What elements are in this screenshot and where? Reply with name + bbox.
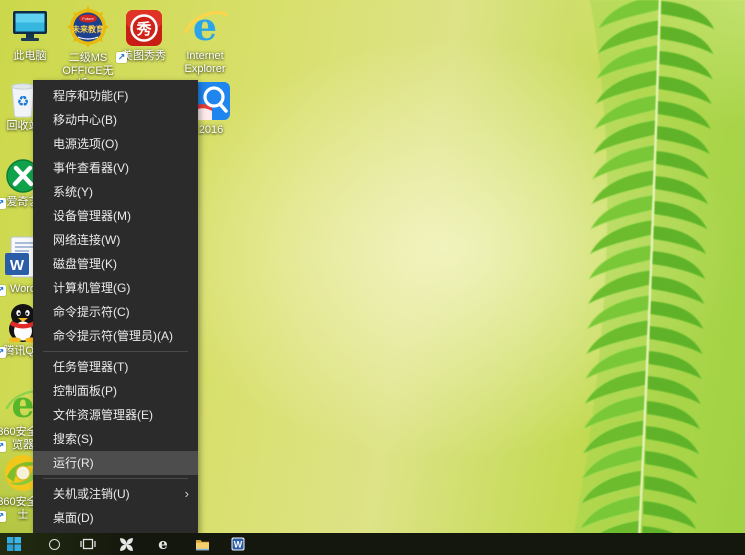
menu-item-computer-management[interactable]: 计算机管理(G) (33, 276, 198, 300)
submenu-chevron-icon: › (185, 482, 189, 506)
menu-item-task-manager[interactable]: 任务管理器(T) (33, 355, 198, 379)
word-taskbar-button[interactable]: W (224, 533, 252, 555)
exam-app-icon: Future 未来教育 (66, 6, 110, 50)
shortcut-arrow-icon: ↗ (116, 52, 127, 63)
task-view-icon (80, 538, 96, 550)
menu-item-programs-features[interactable]: 程序和功能(F) (33, 84, 198, 108)
internet-explorer-taskbar-button[interactable]: e (149, 533, 177, 555)
icon-label: 此电脑 (3, 50, 57, 63)
svg-text:未来教育: 未来教育 (71, 24, 104, 34)
folder-icon (195, 538, 210, 551)
menu-item-file-explorer[interactable]: 文件资源管理器(E) (33, 403, 198, 427)
menu-item-search[interactable]: 搜索(S) (33, 427, 198, 451)
start-button[interactable] (0, 533, 28, 555)
icon-label: 二级MS (61, 52, 115, 65)
menu-separator (43, 351, 188, 352)
ie-e-icon: e (158, 533, 168, 555)
menu-item-power-options[interactable]: 电源选项(O) (33, 132, 198, 156)
menu-item-control-panel[interactable]: 控制面板(P) (33, 379, 198, 403)
svg-text:♻: ♻ (17, 94, 30, 110)
menu-item-network-connections[interactable]: 网络连接(W) (33, 228, 198, 252)
menu-separator (43, 478, 188, 479)
menu-item-command-prompt[interactable]: 命令提示符(C) (33, 300, 198, 324)
desktop-icon-meitu[interactable]: 秀 ↗ 美图秀秀 (116, 8, 172, 63)
svg-text:W: W (10, 257, 25, 274)
shortcut-arrow-icon: ↗ (0, 347, 6, 358)
menu-item-device-manager[interactable]: 设备管理器(M) (33, 204, 198, 228)
this-pc-icon (9, 8, 51, 48)
winx-menu: 程序和功能(F) 移动中心(B) 电源选项(O) 事件查看器(V) 系统(Y) … (33, 80, 198, 533)
menu-item-system[interactable]: 系统(Y) (33, 180, 198, 204)
pinwheel-app-button[interactable] (112, 533, 140, 555)
desktop-icon-exam-app[interactable]: Future 未来教育 ↗ 二级MS OFFICE无纸… (60, 6, 116, 91)
svg-text:秀: 秀 (135, 20, 152, 38)
task-view-button[interactable] (74, 533, 102, 555)
word-taskbar-icon: W (231, 537, 245, 551)
shortcut-arrow-icon: ↗ (0, 441, 6, 452)
internet-explorer-icon: e (182, 6, 228, 48)
file-explorer-button[interactable] (188, 533, 216, 555)
svg-text:Future: Future (82, 16, 94, 21)
taskbar: e W (0, 533, 745, 555)
search-icon (49, 539, 60, 550)
shortcut-arrow-icon: ↗ (0, 285, 6, 296)
menu-item-disk-management[interactable]: 磁盘管理(K) (33, 252, 198, 276)
windows-logo-icon (7, 537, 21, 551)
shortcut-arrow-icon: ↗ (0, 198, 6, 209)
desktop-root: { "desktop": { "icons": [ {"id":"this-pc… (0, 0, 745, 555)
pinwheel-icon (119, 537, 134, 552)
menu-item-run[interactable]: 运行(R) (33, 451, 198, 475)
icon-label: Explorer (178, 63, 232, 76)
search-button[interactable] (40, 533, 68, 555)
svg-text:W: W (234, 540, 243, 550)
menu-item-mobility-center[interactable]: 移动中心(B) (33, 108, 198, 132)
desktop-icon-this-pc[interactable]: 此电脑 (2, 8, 58, 63)
menu-item-shutdown-signout[interactable]: 关机或注销(U) › (33, 482, 198, 506)
icon-label: Internet (178, 50, 232, 63)
desktop-icon-internet-explorer[interactable]: e Internet Explorer (177, 6, 233, 76)
menu-item-desktop[interactable]: 桌面(D) (33, 506, 198, 530)
menu-item-command-prompt-admin[interactable]: 命令提示符(管理员)(A) (33, 324, 198, 348)
menu-item-event-viewer[interactable]: 事件查看器(V) (33, 156, 198, 180)
meitu-xiuxiu-icon: 秀 (124, 8, 164, 48)
wallpaper-leaf (535, 0, 745, 555)
svg-text:e: e (12, 384, 35, 424)
shortcut-arrow-icon: ↗ (0, 511, 6, 522)
